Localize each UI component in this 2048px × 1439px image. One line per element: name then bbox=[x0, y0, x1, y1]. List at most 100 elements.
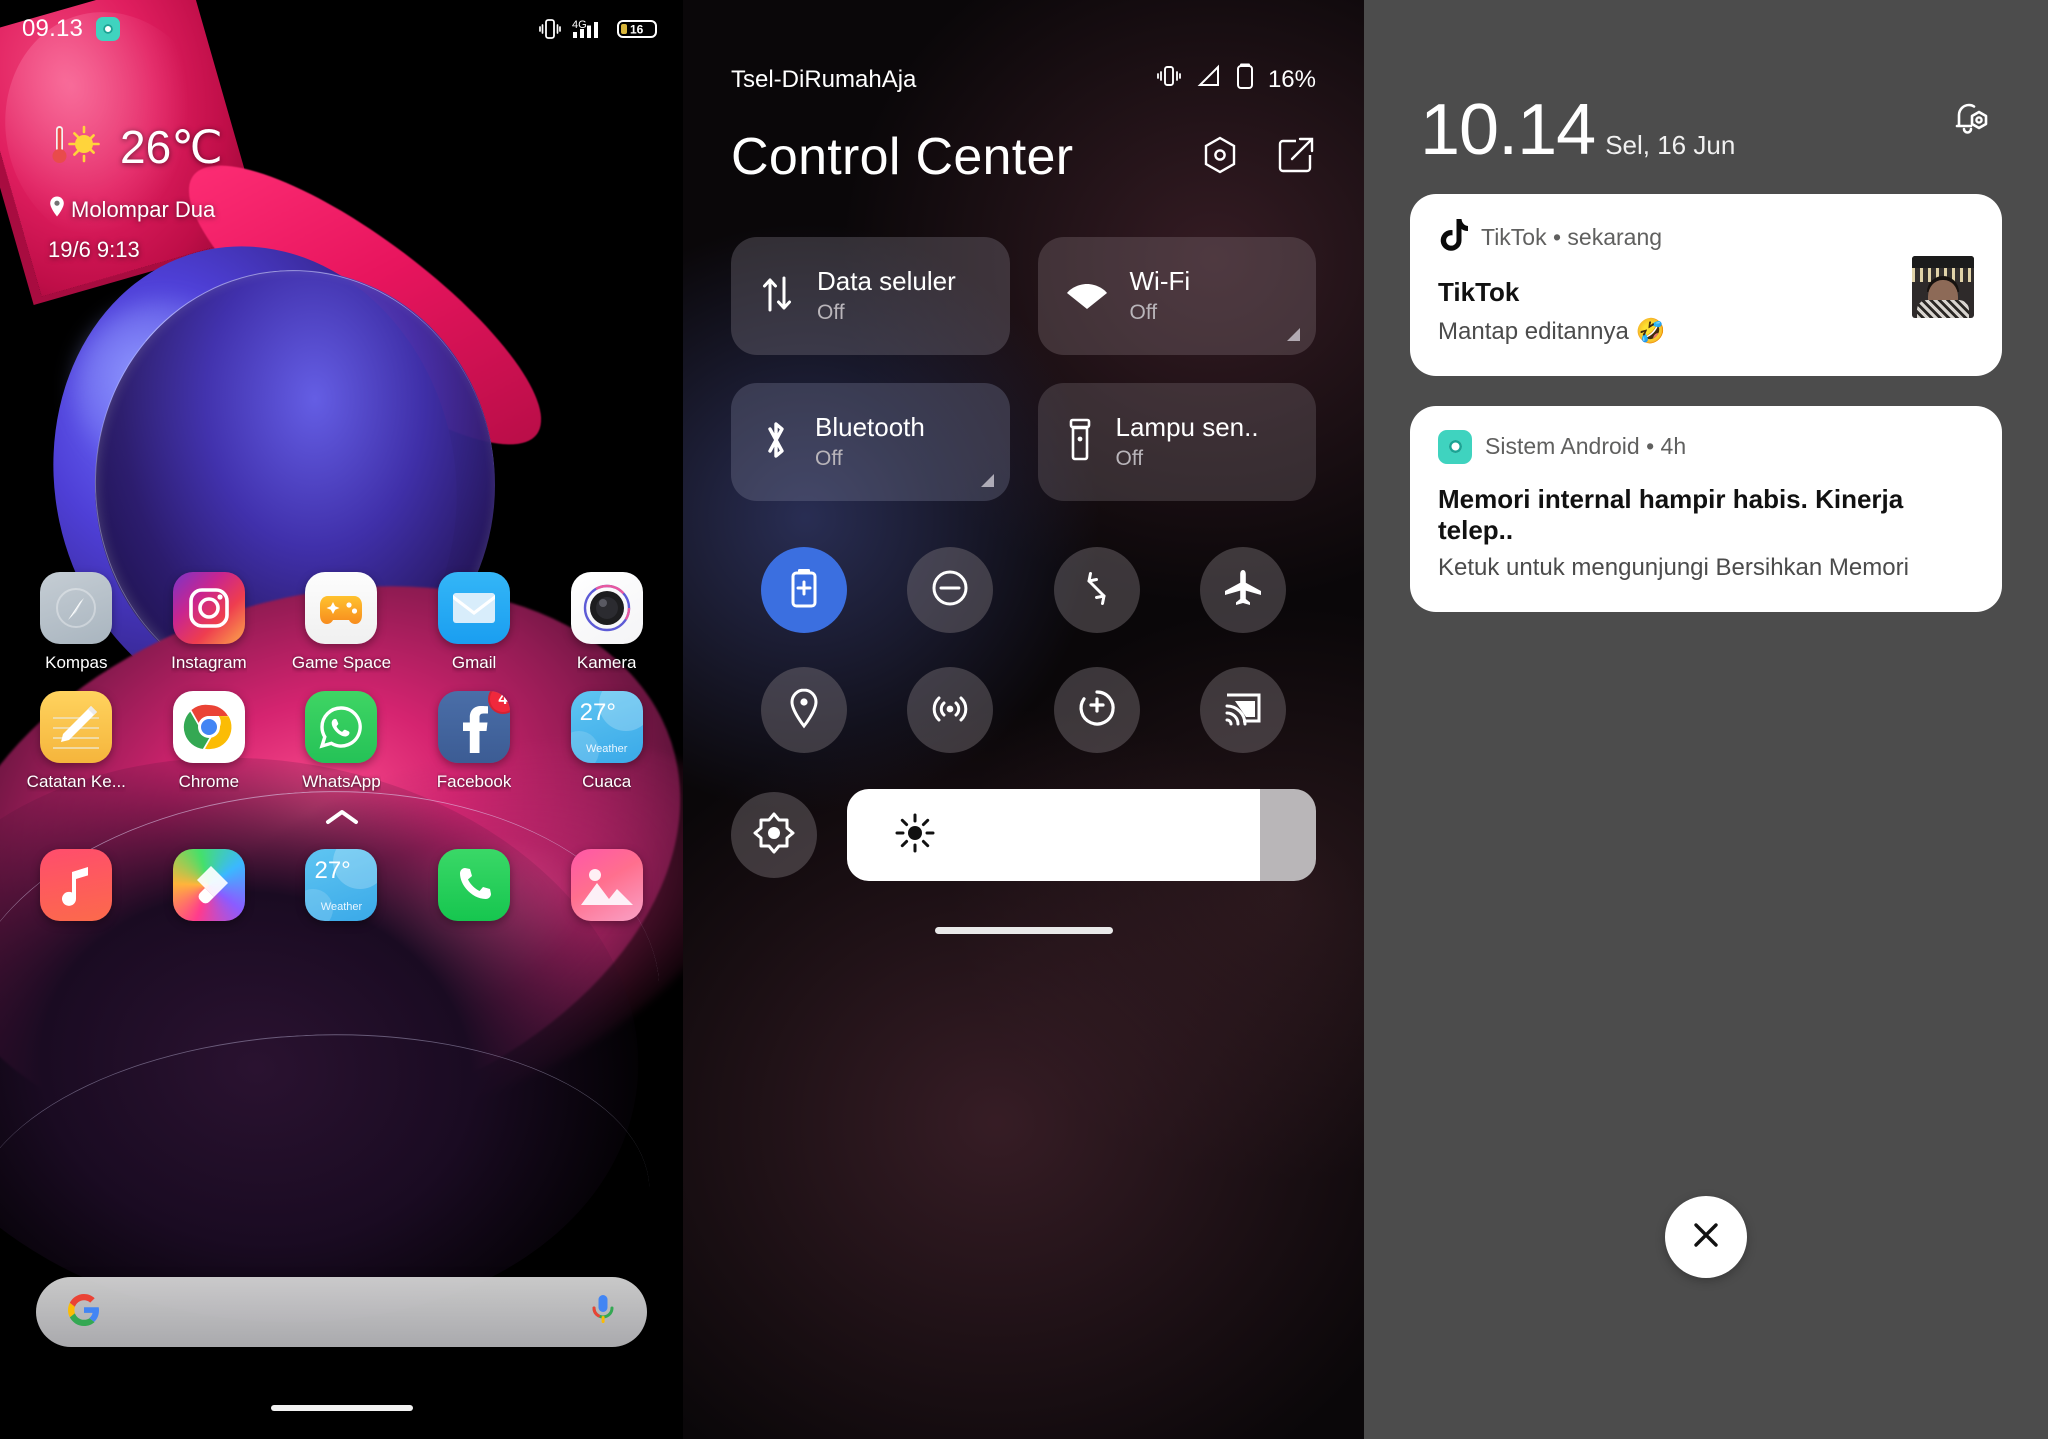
svg-text:4G: 4G bbox=[572, 19, 587, 31]
app-instagram[interactable]: Instagram bbox=[154, 572, 264, 673]
hotspot-toggle[interactable] bbox=[907, 667, 994, 753]
tile-bluetooth[interactable]: Bluetooth Off bbox=[731, 383, 1010, 501]
edit-pencil-icon[interactable] bbox=[1276, 135, 1316, 180]
location-toggle[interactable] bbox=[761, 667, 848, 753]
status-bar-right: 4G 16 bbox=[539, 17, 661, 41]
mail-icon bbox=[438, 572, 511, 644]
vibrate-icon bbox=[539, 17, 561, 41]
do-not-disturb-toggle[interactable] bbox=[907, 547, 994, 633]
battery-icon bbox=[1236, 62, 1254, 97]
app-label: Gmail bbox=[451, 653, 497, 672]
phone-icon bbox=[438, 849, 511, 921]
dock-app-weather[interactable]: 27° Weather bbox=[286, 849, 396, 921]
location-pin-icon bbox=[787, 686, 821, 735]
notification-shade-panel: 10.14 Sel, 16 Jun TikTok • sekarang TikT… bbox=[1364, 0, 2048, 1439]
app-gmail[interactable]: Gmail bbox=[419, 572, 529, 673]
app-label: Kompas bbox=[45, 653, 108, 672]
app-grid: Kompas Instagram Game Space Gmail Kamera… bbox=[0, 572, 683, 921]
tile-wifi[interactable]: Wi-Fi Off bbox=[1037, 237, 1316, 355]
weather-icon: 27° Weather bbox=[305, 849, 378, 921]
tile-text: Lampu sen.. Off bbox=[1116, 412, 1259, 471]
signal-bars-icon: 4G bbox=[572, 17, 606, 41]
app-label: Cuaca bbox=[582, 772, 632, 791]
dock-weather-sub: Weather bbox=[320, 901, 363, 913]
shade-date: Sel, 16 Jun bbox=[1605, 130, 1736, 160]
tile-text: Bluetooth Off bbox=[815, 412, 925, 471]
tile-text: Wi-Fi Off bbox=[1129, 266, 1191, 325]
weather-top-row: 26℃ bbox=[48, 120, 223, 173]
app-cuaca[interactable]: 27° Weather Cuaca bbox=[552, 691, 662, 792]
expand-corner-icon[interactable] bbox=[980, 474, 994, 487]
notification-settings-icon[interactable] bbox=[1946, 96, 1992, 147]
dock-app-phone[interactable] bbox=[419, 849, 529, 921]
location-pin-icon bbox=[48, 195, 66, 225]
tile-flashlight[interactable]: Lampu sen.. Off bbox=[1037, 383, 1316, 501]
chevron-up-icon[interactable] bbox=[0, 806, 683, 833]
app-chrome[interactable]: Chrome bbox=[154, 691, 264, 792]
expand-corner-icon[interactable] bbox=[1287, 328, 1300, 341]
notification-header: 10.14 Sel, 16 Jun bbox=[1364, 0, 2048, 166]
app-label: Kamera bbox=[576, 653, 637, 672]
google-g-icon bbox=[66, 1292, 102, 1333]
notification-card-header: TikTok • sekarang bbox=[1438, 218, 1974, 257]
app-game-space[interactable]: Game Space bbox=[286, 572, 396, 673]
app-kompas[interactable]: Kompas bbox=[21, 572, 131, 673]
camera-icon bbox=[570, 572, 643, 644]
app-label: Chrome bbox=[178, 772, 240, 791]
brightness-slider[interactable] bbox=[847, 789, 1316, 881]
auto-rotate-toggle[interactable] bbox=[1053, 547, 1140, 633]
control-center-status-bar: Tsel-DiRumahAja 16% bbox=[683, 0, 1364, 97]
notification-title: Memori internal hampir habis. Kinerja te… bbox=[1438, 483, 1904, 545]
microphone-icon[interactable] bbox=[589, 1292, 617, 1333]
weather-widget[interactable]: 26℃ Molompar Dua 19/6 9:13 bbox=[48, 120, 223, 263]
brightness-row bbox=[683, 753, 1364, 881]
brightness-auto-icon bbox=[752, 811, 796, 860]
screen-recorder-toggle[interactable] bbox=[1053, 667, 1140, 753]
status-bar-clock: 09.13 bbox=[22, 15, 84, 42]
dock-app-music[interactable] bbox=[21, 849, 131, 921]
clock-date-group: 10.14 Sel, 16 Jun bbox=[1420, 94, 1736, 166]
notification-card-tiktok[interactable]: TikTok • sekarang TikTok Mantap editanny… bbox=[1410, 194, 2002, 376]
dock-app-gallery[interactable] bbox=[552, 849, 662, 921]
notification-card-android-system[interactable]: Sistem Android • 4h Memori internal hamp… bbox=[1410, 405, 2002, 612]
airplane-mode-toggle[interactable] bbox=[1199, 547, 1286, 633]
vibrate-icon bbox=[1156, 63, 1182, 96]
carrier-name: Tsel-DiRumahAja bbox=[731, 65, 917, 93]
battery-plus-icon bbox=[787, 567, 821, 614]
home-gesture-indicator[interactable] bbox=[270, 1405, 413, 1411]
rotate-icon bbox=[1076, 567, 1118, 614]
tile-text: Data seluler Off bbox=[817, 266, 956, 325]
app-whatsapp[interactable]: WhatsApp bbox=[286, 691, 396, 792]
gallery-icon bbox=[570, 849, 643, 921]
app-row-1: Kompas Instagram Game Space Gmail Kamera bbox=[0, 572, 683, 673]
three-panel-screenshot: 09.13 4G 16 26℃ Molompar Dua 19/6 9:13 K… bbox=[0, 0, 2048, 1439]
battery-saver-toggle[interactable] bbox=[761, 547, 848, 633]
weather-temperature: 26℃ bbox=[120, 120, 223, 173]
app-catatan-kecil[interactable]: Catatan Ke... bbox=[21, 691, 131, 792]
compass-icon bbox=[40, 572, 113, 644]
settings-hex-icon[interactable] bbox=[1200, 135, 1240, 180]
gamepad-icon bbox=[305, 572, 378, 644]
app-label: WhatsApp bbox=[302, 772, 381, 791]
status-right: 16% bbox=[1156, 62, 1316, 97]
cast-icon bbox=[1221, 688, 1265, 733]
whatsapp-icon bbox=[305, 691, 378, 763]
dock-weather-temp: 27° bbox=[314, 857, 351, 884]
clear-all-close-button[interactable] bbox=[1665, 1196, 1747, 1278]
control-center-drag-handle[interactable] bbox=[934, 927, 1113, 934]
notification-thumbnail bbox=[1912, 256, 1974, 319]
cast-toggle[interactable] bbox=[1199, 667, 1286, 753]
google-search-bar[interactable] bbox=[36, 1277, 647, 1347]
quick-settings-tiles: Data seluler Off Wi-Fi Off Bluetooth Off… bbox=[683, 187, 1364, 501]
tile-label: Wi-Fi bbox=[1129, 266, 1191, 297]
weather-location: Molompar Dua bbox=[71, 197, 216, 222]
app-kamera[interactable]: Kamera bbox=[552, 572, 662, 673]
dock-app-themes[interactable] bbox=[154, 849, 264, 921]
signal-triangle-icon bbox=[1196, 63, 1222, 96]
brightness-auto-button[interactable] bbox=[731, 792, 817, 878]
tile-mobile-data[interactable]: Data seluler Off bbox=[731, 237, 1010, 355]
weather-datetime: 19/6 9:13 bbox=[48, 237, 140, 262]
app-facebook[interactable]: 4 Facebook bbox=[419, 691, 529, 792]
bluetooth-icon bbox=[759, 417, 793, 468]
notification-title: TikTok bbox=[1438, 277, 1520, 308]
